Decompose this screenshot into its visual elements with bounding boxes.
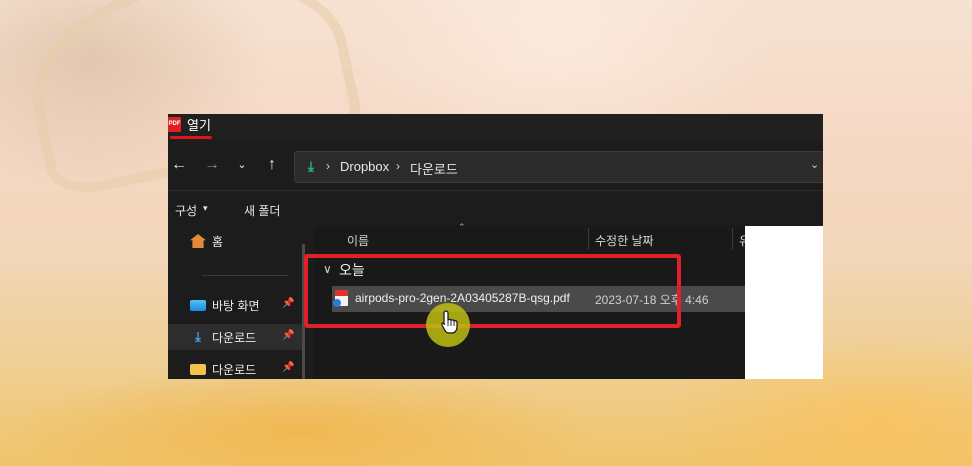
divider (168, 190, 823, 191)
navigation-bar: ← → ⌄ ↑ ⤓ › Dropbox › 다운로드 ⌄ (168, 148, 823, 184)
column-separator[interactable] (588, 228, 589, 250)
organize-caret-icon[interactable]: ▾ (203, 203, 208, 214)
column-header-date-modified[interactable]: 수정한 날짜 (595, 232, 654, 249)
column-header-row: ⌃ 이름 수정한 날짜 유 (314, 222, 750, 252)
highlight-annotation-box (304, 254, 681, 328)
sidebar-divider (202, 275, 288, 276)
recent-locations-chevron-icon[interactable]: ⌄ (231, 154, 253, 176)
forward-arrow-icon[interactable]: → (201, 154, 223, 176)
up-arrow-icon[interactable]: ↑ (261, 154, 283, 176)
home-icon (190, 234, 206, 248)
folder-icon (190, 364, 206, 375)
breadcrumb-separator: › (396, 159, 400, 173)
title-underline-annotation (170, 136, 212, 139)
sidebar-item-label: 바탕 화면 (212, 299, 260, 313)
back-arrow-icon[interactable]: ← (168, 154, 190, 176)
title-bar: PDF 열기 (168, 114, 823, 140)
sidebar-item-home[interactable]: 홈 (168, 228, 302, 254)
breadcrumb-dropbox[interactable]: Dropbox (340, 159, 389, 174)
dialog-title: 열기 (187, 118, 211, 133)
sidebar-item-desktop[interactable]: 바탕 화면 📌 (168, 292, 302, 318)
pin-icon: 📌 (282, 330, 295, 341)
navigation-pane: 홈 바탕 화면 📌 ⤓ 다운로드 📌 다운로드 📌 (168, 226, 305, 379)
organize-button[interactable]: 구성 (175, 202, 197, 219)
sidebar-item-downloads[interactable]: ⤓ 다운로드 📌 (168, 324, 302, 350)
breadcrumb-separator: › (326, 159, 330, 173)
sidebar-item-label: 홈 (212, 235, 224, 249)
download-icon: ⤓ (195, 329, 201, 344)
address-dropdown-chevron-icon[interactable]: ⌄ (810, 158, 819, 171)
sidebar-item-label: 다운로드 (212, 363, 257, 377)
column-separator[interactable] (732, 228, 733, 250)
command-toolbar: 구성 ▾ 새 폴더 (168, 200, 823, 220)
address-bar[interactable]: ⤓ › Dropbox › 다운로드 ⌄ (294, 151, 823, 183)
column-header-name[interactable]: 이름 (347, 232, 369, 249)
pin-icon: 📌 (282, 362, 295, 373)
breadcrumb-downloads[interactable]: 다운로드 (410, 159, 458, 178)
download-icon: ⤓ (307, 158, 315, 174)
hand-pointer-cursor-icon (441, 310, 458, 334)
pdf-app-icon: PDF (168, 117, 181, 132)
sidebar-item-downloads-folder[interactable]: 다운로드 📌 (168, 356, 302, 379)
preview-pane (745, 226, 823, 379)
sidebar-item-label: 다운로드 (212, 331, 257, 345)
pin-icon: 📌 (282, 298, 295, 309)
desktop-icon (190, 300, 206, 311)
open-file-dialog: PDF 열기 ← → ⌄ ↑ ⤓ › Dropbox › 다운로드 ⌄ 구성 ▾… (168, 114, 823, 379)
new-folder-button[interactable]: 새 폴더 (244, 202, 280, 219)
sort-ascending-icon: ⌃ (458, 222, 466, 232)
